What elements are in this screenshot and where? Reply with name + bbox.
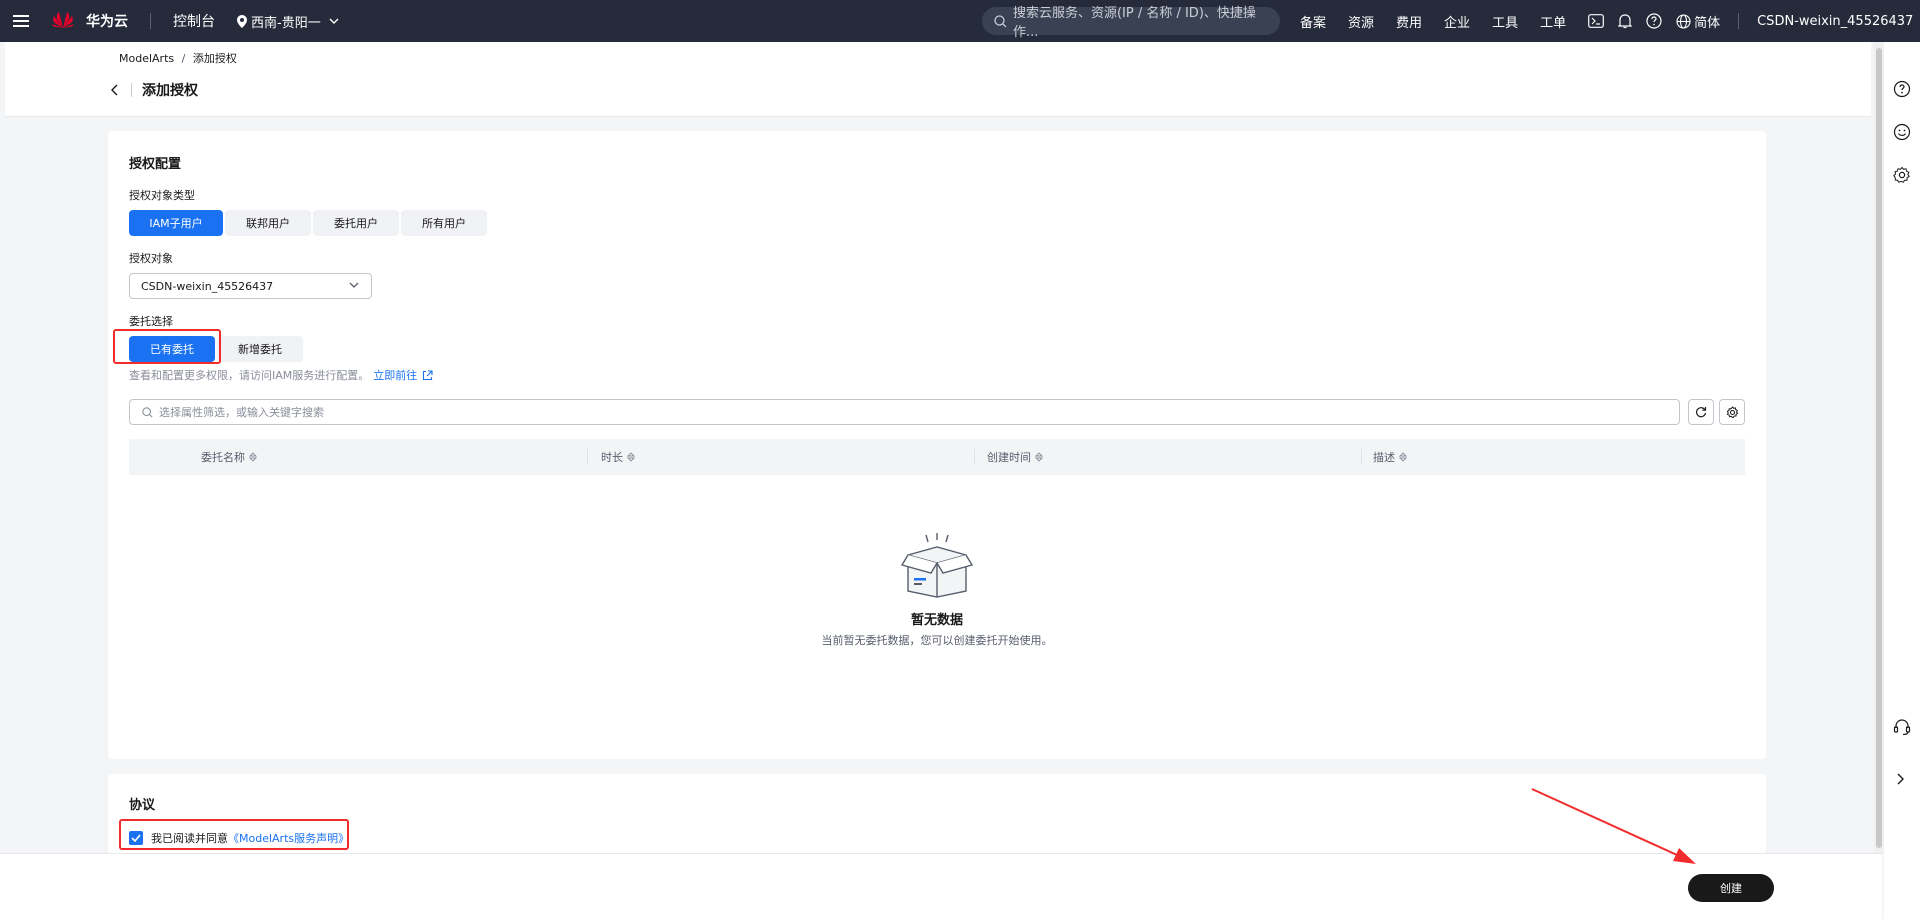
- target-type-agency-user[interactable]: 委托用户: [313, 210, 399, 236]
- settings-gear-icon[interactable]: [1893, 166, 1911, 184]
- agency-new[interactable]: 新增委托: [217, 336, 303, 362]
- chevron-down-icon: [329, 18, 339, 24]
- customer-service-headset-icon[interactable]: [1893, 718, 1911, 736]
- nav-beian[interactable]: 备案: [1300, 12, 1326, 31]
- page-title-row: 添加授权: [107, 80, 198, 100]
- divider: [150, 13, 151, 29]
- breadcrumb-current: 添加授权: [192, 52, 237, 65]
- region-label: 西南-贵阳一: [251, 15, 321, 31]
- column-agency-name[interactable]: 委托名称: [201, 439, 257, 475]
- auth-config-card: 授权配置 授权对象类型 IAM子用户 联邦用户 委托用户 所有用户 授权对象 C…: [108, 131, 1766, 759]
- scrollbar-thumb[interactable]: [1876, 48, 1882, 848]
- column-label: 委托名称: [201, 451, 245, 464]
- feedback-smile-icon[interactable]: [1893, 123, 1911, 141]
- huawei-logo-icon: [50, 8, 76, 34]
- annotation-box-agency: [113, 329, 221, 364]
- hint-text: 查看和配置更多权限，请访问IAM服务进行配置。: [129, 369, 370, 382]
- right-tool-rail: [1884, 42, 1920, 919]
- target-type-federated-user[interactable]: 联邦用户: [225, 210, 311, 236]
- divider: [1361, 449, 1362, 465]
- bell-icon[interactable]: [1618, 13, 1633, 29]
- external-link-icon: [423, 369, 433, 380]
- agreement-card: 协议 我已阅读并同意 《ModelArts服务声明》: [108, 774, 1766, 854]
- region-selector[interactable]: 西南-贵阳一: [237, 12, 339, 31]
- nav-enterprise[interactable]: 企业: [1444, 12, 1470, 31]
- filter-search-input[interactable]: 选择属性筛选，或输入关键字搜索: [129, 399, 1680, 425]
- nav-tools[interactable]: 工具: [1492, 12, 1518, 31]
- table-header: 委托名称 时长 创建时间 描述: [129, 439, 1745, 475]
- global-search-input[interactable]: 搜索云服务、资源(IP / 名称 / ID)、快捷操作...: [982, 6, 1280, 40]
- chevron-down-icon: [349, 282, 359, 288]
- top-nav-links: 备案 资源 费用 企业 工具 工单 简体 CSDN-weixin_4552643…: [1300, 0, 1913, 42]
- user-account[interactable]: CSDN-weixin_45526437: [1757, 14, 1913, 29]
- help-circle-icon[interactable]: [1893, 80, 1911, 98]
- target-type-iam-user[interactable]: IAM子用户: [129, 210, 223, 236]
- nav-billing[interactable]: 费用: [1396, 12, 1422, 31]
- console-link[interactable]: 控制台: [173, 11, 215, 31]
- nav-tickets[interactable]: 工单: [1540, 12, 1566, 31]
- go-iam-link[interactable]: 立即前往: [373, 367, 433, 383]
- sort-icon: [249, 452, 257, 462]
- go-iam-link-label: 立即前往: [373, 369, 418, 382]
- filter-placeholder: 选择属性筛选，或输入关键字搜索: [159, 406, 324, 419]
- divider: [131, 83, 132, 97]
- terminal-icon[interactable]: [1588, 14, 1604, 28]
- refresh-button[interactable]: [1688, 399, 1714, 425]
- language-selector[interactable]: 简体: [1676, 12, 1720, 31]
- gear-icon: [1726, 405, 1738, 418]
- table-settings-button[interactable]: [1719, 399, 1745, 425]
- column-label: 创建时间: [987, 451, 1031, 464]
- create-button[interactable]: 创建: [1688, 874, 1774, 902]
- empty-box-icon: [900, 533, 974, 598]
- help-icon[interactable]: [1646, 13, 1662, 29]
- breadcrumb-root[interactable]: ModelArts: [119, 52, 174, 65]
- section-title-auth-config: 授权配置: [129, 157, 182, 172]
- back-arrow-icon[interactable]: [107, 83, 121, 97]
- search-icon: [994, 14, 1007, 27]
- breadcrumb-separator: /: [181, 52, 186, 65]
- logo-text: 华为云: [86, 14, 128, 30]
- language-label: 简体: [1694, 15, 1721, 31]
- chevron-right-icon[interactable]: [1897, 773, 1905, 785]
- menu-icon[interactable]: [0, 0, 42, 42]
- sort-icon: [1399, 452, 1407, 462]
- top-navigation-bar: 华为云 控制台 西南-贵阳一 搜索云服务、资源(IP / 名称 / ID)、快捷…: [0, 0, 1920, 42]
- footer-bar: 创建: [0, 853, 1882, 919]
- search-placeholder: 搜索云服务、资源(IP / 名称 / ID)、快捷操作...: [1012, 6, 1256, 40]
- globe-icon: [1676, 13, 1691, 29]
- column-description[interactable]: 描述: [1373, 439, 1407, 475]
- breadcrumb: ModelArts / 添加授权: [119, 50, 237, 66]
- target-label: 授权对象: [129, 252, 173, 265]
- sort-icon: [627, 452, 635, 462]
- divider: [974, 449, 975, 465]
- scrollbar[interactable]: [1874, 42, 1884, 853]
- divider: [587, 449, 588, 465]
- iam-hint: 查看和配置更多权限，请访问IAM服务进行配置。 立即前往: [129, 367, 433, 383]
- section-title-agreement: 协议: [129, 798, 156, 813]
- column-label: 描述: [1373, 451, 1395, 464]
- column-duration[interactable]: 时长: [601, 439, 635, 475]
- refresh-icon: [1695, 407, 1707, 418]
- target-select[interactable]: CSDN-weixin_45526437: [129, 273, 372, 299]
- agency-label: 委托选择: [129, 315, 173, 328]
- target-type-all-users[interactable]: 所有用户: [401, 210, 487, 236]
- location-pin-icon: [237, 14, 247, 28]
- target-type-segmented: IAM子用户 联邦用户 委托用户 所有用户: [129, 210, 489, 236]
- huawei-cloud-logo[interactable]: 华为云: [50, 8, 128, 34]
- empty-state: [108, 533, 1766, 602]
- nav-resources[interactable]: 资源: [1348, 12, 1374, 31]
- empty-state-title: 暂无数据: [910, 613, 963, 628]
- column-label: 时长: [601, 451, 623, 464]
- page-header: ModelArts / 添加授权 添加授权: [5, 42, 1871, 117]
- empty-state-description: 当前暂无委托数据，您可以创建委托开始使用。: [821, 634, 1053, 647]
- column-created-time[interactable]: 创建时间: [987, 439, 1043, 475]
- search-icon: [142, 406, 153, 418]
- target-type-label: 授权对象类型: [129, 189, 195, 202]
- target-select-value: CSDN-weixin_45526437: [141, 279, 274, 293]
- divider: [1738, 13, 1740, 29]
- annotation-box-agreement: [119, 819, 349, 850]
- sort-icon: [1035, 452, 1043, 462]
- page-title: 添加授权: [142, 83, 198, 99]
